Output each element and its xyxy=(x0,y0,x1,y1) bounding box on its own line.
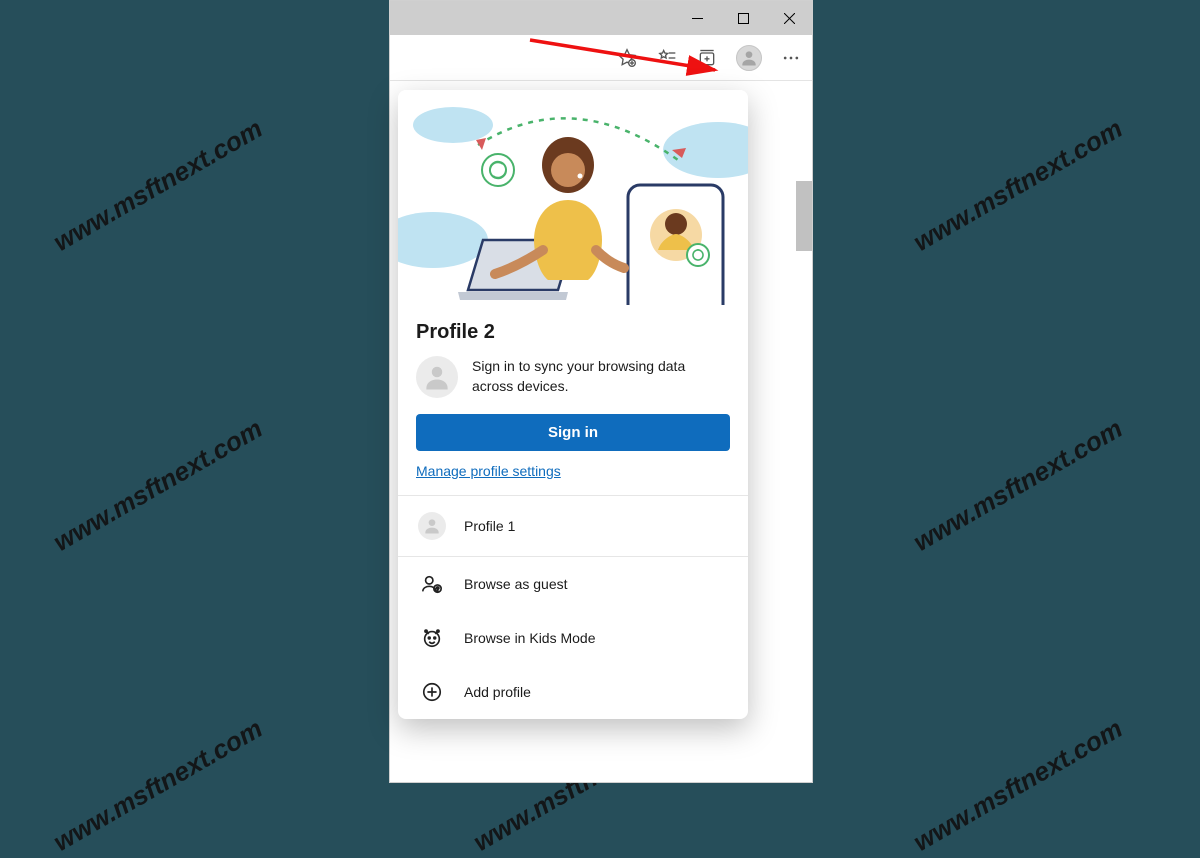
minimize-button[interactable] xyxy=(674,1,720,35)
guest-icon: ? xyxy=(418,573,446,595)
add-icon xyxy=(418,681,446,703)
watermark: www.msftnext.com xyxy=(48,713,268,858)
watermark: www.msftnext.com xyxy=(908,713,1128,858)
browse-as-guest-row[interactable]: ? Browse as guest xyxy=(398,557,748,611)
more-menu-icon[interactable] xyxy=(780,47,802,69)
watermark: www.msftnext.com xyxy=(908,113,1128,258)
sign-in-button[interactable]: Sign in xyxy=(416,414,730,451)
watermark: www.msftnext.com xyxy=(908,413,1128,558)
close-button[interactable] xyxy=(766,1,812,35)
watermark: www.msftnext.com xyxy=(48,413,268,558)
browse-kids-mode-row[interactable]: Browse in Kids Mode xyxy=(398,611,748,665)
manage-profile-settings-link[interactable]: Manage profile settings xyxy=(416,463,561,479)
profile-avatar-button[interactable] xyxy=(736,45,762,71)
add-favorite-icon[interactable] xyxy=(616,47,638,69)
add-profile-label: Add profile xyxy=(464,684,531,700)
profile-title: Profile 2 xyxy=(416,321,730,344)
profile-flyout: Profile 2 Sign in to sync your browsing … xyxy=(398,90,748,719)
titlebar xyxy=(390,1,812,35)
watermark: www.msftnext.com xyxy=(48,113,268,258)
avatar-placeholder-icon xyxy=(416,356,458,398)
add-profile-row[interactable]: Add profile xyxy=(398,665,748,719)
toolbar xyxy=(390,35,812,81)
collections-icon[interactable] xyxy=(696,47,718,69)
browse-as-guest-label: Browse as guest xyxy=(464,576,568,592)
sync-description: Sign in to sync your browsing data acros… xyxy=(472,357,730,396)
maximize-button[interactable] xyxy=(720,1,766,35)
other-profile-label: Profile 1 xyxy=(464,518,515,534)
favorites-list-icon[interactable] xyxy=(656,47,678,69)
scrollbar-thumb[interactable] xyxy=(796,181,812,251)
other-profile-row[interactable]: Profile 1 xyxy=(398,496,748,556)
browse-kids-mode-label: Browse in Kids Mode xyxy=(464,630,596,646)
kids-mode-icon xyxy=(418,627,446,649)
avatar-placeholder-icon xyxy=(418,512,446,540)
hero-illustration xyxy=(398,90,748,305)
